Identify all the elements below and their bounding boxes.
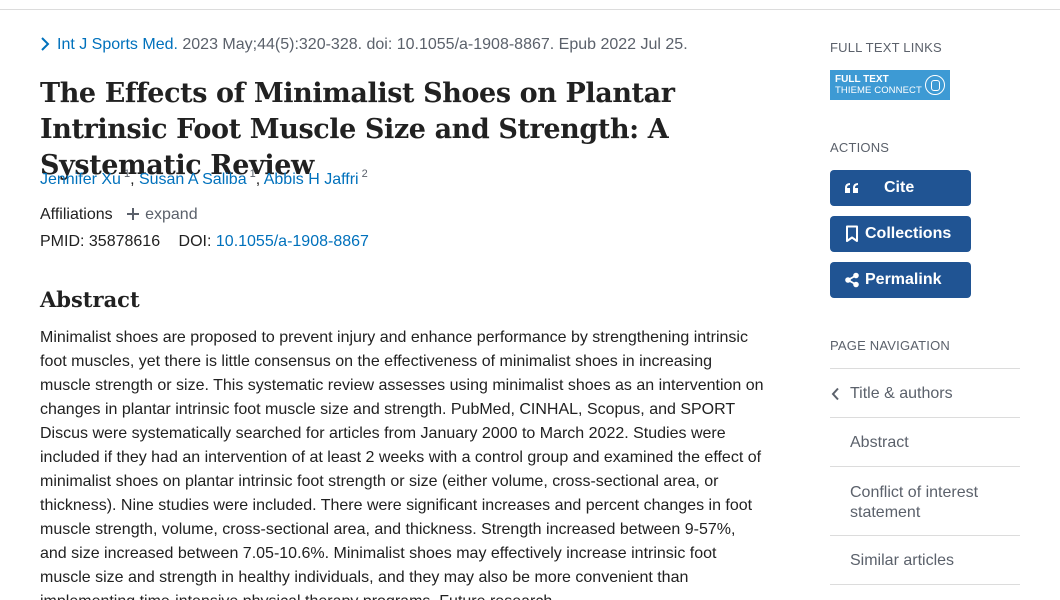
author-affiliation-number[interactable]: 1 [124, 168, 130, 180]
chevron-right-icon[interactable] [40, 36, 51, 52]
thieme-connect-full-text-link[interactable]: FULL TEXT THIEME CONNECT [830, 70, 950, 100]
page-nav-label: Abstract [850, 434, 909, 451]
permalink-label: Permalink [865, 271, 942, 288]
page-nav-item-conflict-of-interest[interactable]: Conflict of interest statement [830, 466, 1020, 535]
page-nav-label: Similar articles [850, 552, 955, 569]
collections-button[interactable]: Collections [830, 216, 971, 252]
page-nav-item-abstract[interactable]: Abstract [830, 417, 1020, 466]
thieme-seal-icon [925, 75, 945, 95]
thieme-line-2: THIEME CONNECT [835, 85, 922, 96]
page-navigation-heading: PAGE NAVIGATION [830, 338, 951, 353]
page-nav-label: Title & authors [850, 385, 953, 402]
top-header-bar [0, 0, 1060, 10]
affiliations-row: Affiliations expand [40, 206, 198, 224]
share-icon [842, 270, 862, 290]
pmid-label: PMID: [40, 233, 85, 250]
journal-link[interactable]: Int J Sports Med. [57, 36, 178, 53]
page-navigation-list: Title & authors Abstract Conflict of int… [830, 368, 1020, 585]
author-list: Jennifer Xu 1, Susan A Saliba 1, Abbis H J… [40, 168, 368, 188]
author-affiliation-number[interactable]: 2 [362, 168, 368, 180]
page-nav-label: Conflict of interest statement [850, 484, 979, 521]
author-link[interactable]: Jennifer Xu [40, 171, 121, 188]
page-nav-item-similar-articles[interactable]: Similar articles [830, 535, 1020, 584]
page-nav-divider [830, 584, 1020, 585]
thieme-logo-text: FULL TEXT THIEME CONNECT [835, 74, 922, 96]
affiliations-label: Affiliations [40, 206, 113, 223]
author-link[interactable]: Abbis H Jaffri [264, 171, 359, 188]
actions-heading: ACTIONS [830, 140, 890, 155]
bookmark-icon [842, 224, 862, 244]
permalink-button[interactable]: Permalink [830, 262, 971, 298]
affiliations-expand-button[interactable]: expand [127, 206, 198, 223]
doi-link[interactable]: 10.1055/a-1908-8867 [216, 233, 369, 250]
abstract-text: Minimalist shoes are proposed to prevent… [40, 329, 764, 600]
expand-label: expand [145, 206, 198, 223]
collections-label: Collections [865, 225, 952, 242]
chevron-left-icon [831, 387, 839, 401]
full-text-links-heading: FULL TEXT LINKS [830, 40, 942, 55]
article-identifiers: PMID: 35878616 DOI: 10.1055/a-1908-8867 [40, 233, 369, 251]
abstract-heading: Abstract [40, 287, 140, 312]
quote-icon [842, 178, 862, 198]
article-citation: Int J Sports Med. 2023 May;44(5):320-328… [40, 36, 688, 54]
pmid-value: 35878616 [88, 233, 161, 250]
author-link[interactable]: Susan A Saliba [139, 171, 247, 188]
thieme-line-1: FULL TEXT [835, 74, 889, 85]
plus-icon [127, 208, 140, 220]
citation-details: 2023 May;44(5):320-328. doi: 10.1055/a-1… [177, 36, 688, 53]
page-nav-item-title-authors[interactable]: Title & authors [830, 368, 1020, 417]
cite-button[interactable]: Cite [830, 170, 971, 206]
author-affiliation-number[interactable]: 1 [250, 168, 256, 180]
doi-label: DOI: [178, 233, 212, 250]
cite-label: Cite [884, 179, 915, 196]
